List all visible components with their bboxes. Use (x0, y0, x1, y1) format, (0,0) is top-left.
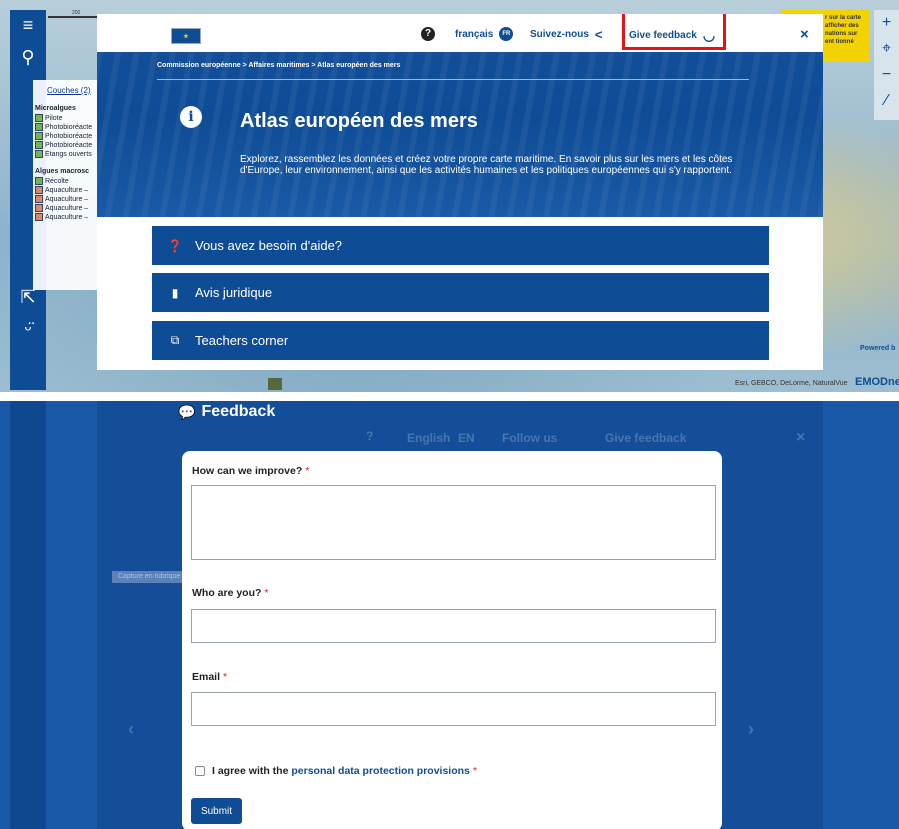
who-label: Who are you? * (192, 587, 269, 599)
teacher-icon: ⧉ (170, 333, 180, 347)
emodnet-logo[interactable]: EMODne (855, 376, 899, 388)
layer-icon (35, 123, 43, 131)
layer-group-macroalgues: Algues macrosc (35, 168, 90, 175)
layer-item[interactable]: Pilote (35, 114, 99, 122)
hero-banner: Commission européenne > Affaires maritim… (97, 52, 823, 217)
feedback-title: Feedback (201, 403, 276, 420)
language-label: français (455, 28, 494, 40)
divider (157, 79, 749, 80)
scale-bar: 200 (48, 10, 98, 18)
layer-item[interactable]: Aquaculture – (35, 186, 99, 194)
layer-item[interactable]: Aquaculture – (35, 195, 99, 203)
layer-item[interactable]: Récolte (35, 177, 99, 185)
layer-icon (35, 186, 43, 194)
page-title: Atlas européen des mers (240, 110, 478, 132)
bottom-screenshot: ? English EN Follow us Give feedback × C… (0, 401, 899, 829)
ghost-chevron-right-icon: › (748, 719, 754, 739)
agree-checkbox[interactable] (195, 766, 205, 776)
speech-bubble-icon: ▮ (171, 285, 179, 300)
info-modal: ★ ? français FR Suivez-nous < Give feedb… (97, 14, 823, 370)
ghost-language: English (407, 431, 451, 445)
help-button[interactable]: ? (421, 27, 435, 41)
zoom-out-icon[interactable]: − (874, 62, 899, 88)
email-input[interactable] (191, 692, 716, 726)
layers-panel: Couches (2) Microalgues Pilote Photobior… (33, 80, 99, 290)
submit-button[interactable]: Submit (191, 798, 242, 824)
layer-icon (35, 141, 43, 149)
feedback-header: 💬 Feedback (178, 403, 275, 421)
follow-label: Suivez-nous (530, 29, 589, 40)
question-circle-icon: ? (421, 27, 435, 41)
feedback-smile-icon[interactable]: ᵕ̈ (10, 314, 46, 344)
accordion-help[interactable]: ❓ Vous avez besoin d'aide? (152, 226, 769, 265)
layer-icon (35, 213, 43, 221)
ghost-follow: Follow us (502, 431, 558, 445)
ghost-help-icon: ? (366, 429, 374, 443)
layer-item[interactable]: Photobioréacte (35, 123, 99, 131)
accordion-legal[interactable]: ▮ Avis juridique (152, 273, 769, 312)
ghost-language-badge: EN (458, 431, 475, 445)
layer-group-microalgues: Microalgues (35, 105, 76, 112)
accordion-teachers[interactable]: ⧉ Teachers corner (152, 321, 769, 360)
breadcrumb[interactable]: Commission européenne > Affaires maritim… (157, 62, 400, 69)
layer-icon (35, 204, 43, 212)
layer-icon (35, 150, 43, 158)
ghost-left-toolbar (10, 401, 46, 829)
layer-icon (35, 195, 43, 203)
ghost-feedback: Give feedback (605, 431, 687, 445)
share-icon: < (594, 27, 603, 42)
improve-textarea[interactable] (191, 485, 716, 560)
measure-icon[interactable]: ⁄ (874, 88, 899, 114)
language-badge: FR (499, 27, 514, 41)
question-circle-icon: ❓ (167, 238, 183, 253)
layer-icon (35, 132, 43, 140)
improve-label: How can we improve? * (192, 465, 310, 477)
highlight-box (622, 14, 726, 50)
layer-item[interactable]: Photobioréacte (35, 141, 99, 149)
zoom-in-icon[interactable]: + (874, 10, 899, 36)
powered-by: Powered b (860, 345, 896, 352)
modal-header: ★ ? français FR Suivez-nous < Give feedb… (97, 14, 823, 52)
map-marker-icon (268, 378, 282, 390)
ghost-close: × (796, 429, 806, 446)
layer-icon (35, 114, 43, 122)
agree-label: I agree with the personal data protectio… (212, 765, 477, 777)
layer-item[interactable]: Aquaculture – (35, 213, 99, 221)
layer-item[interactable]: Aquaculture – (35, 204, 99, 212)
ghost-chevron-left-icon: ‹ (128, 719, 134, 739)
info-icon: i (180, 106, 202, 128)
privacy-link[interactable]: personal data protection provisions (291, 765, 470, 777)
scale-label: 200 (72, 10, 81, 16)
email-label: Email * (192, 671, 228, 683)
follow-us-button[interactable]: Suivez-nous < (530, 27, 603, 42)
map-right-toolbar: + ⌖ − ⁄ (874, 10, 899, 120)
layers-heading[interactable]: Couches (2) (47, 86, 99, 95)
who-input[interactable] (191, 609, 716, 643)
locate-icon[interactable]: ⌖ (874, 36, 899, 62)
eu-flag-icon: ★ (171, 28, 201, 44)
feedback-form: How can we improve? * Who are you? * Ema… (182, 451, 722, 829)
layer-item[interactable]: Étangs ouverts (35, 150, 99, 158)
chat-bubbles-icon: 💬 (178, 403, 196, 420)
close-button[interactable]: × (800, 26, 809, 43)
search-icon[interactable]: ⚲ (10, 42, 46, 72)
menu-icon[interactable]: ≡ (10, 10, 46, 40)
layer-icon (35, 177, 43, 185)
page-description: Explorez, rassemblez les données et crée… (240, 154, 733, 176)
layer-item[interactable]: Photobioréacte (35, 132, 99, 140)
top-screenshot: ≡ ⚲ ⇱ ᵕ̈ 200 Couches (2) Microalgues Pil… (0, 0, 899, 392)
language-selector[interactable]: français FR (455, 27, 514, 41)
map-attribution: Esri, GEBCO, DeLorme, NaturalVue (735, 380, 848, 387)
